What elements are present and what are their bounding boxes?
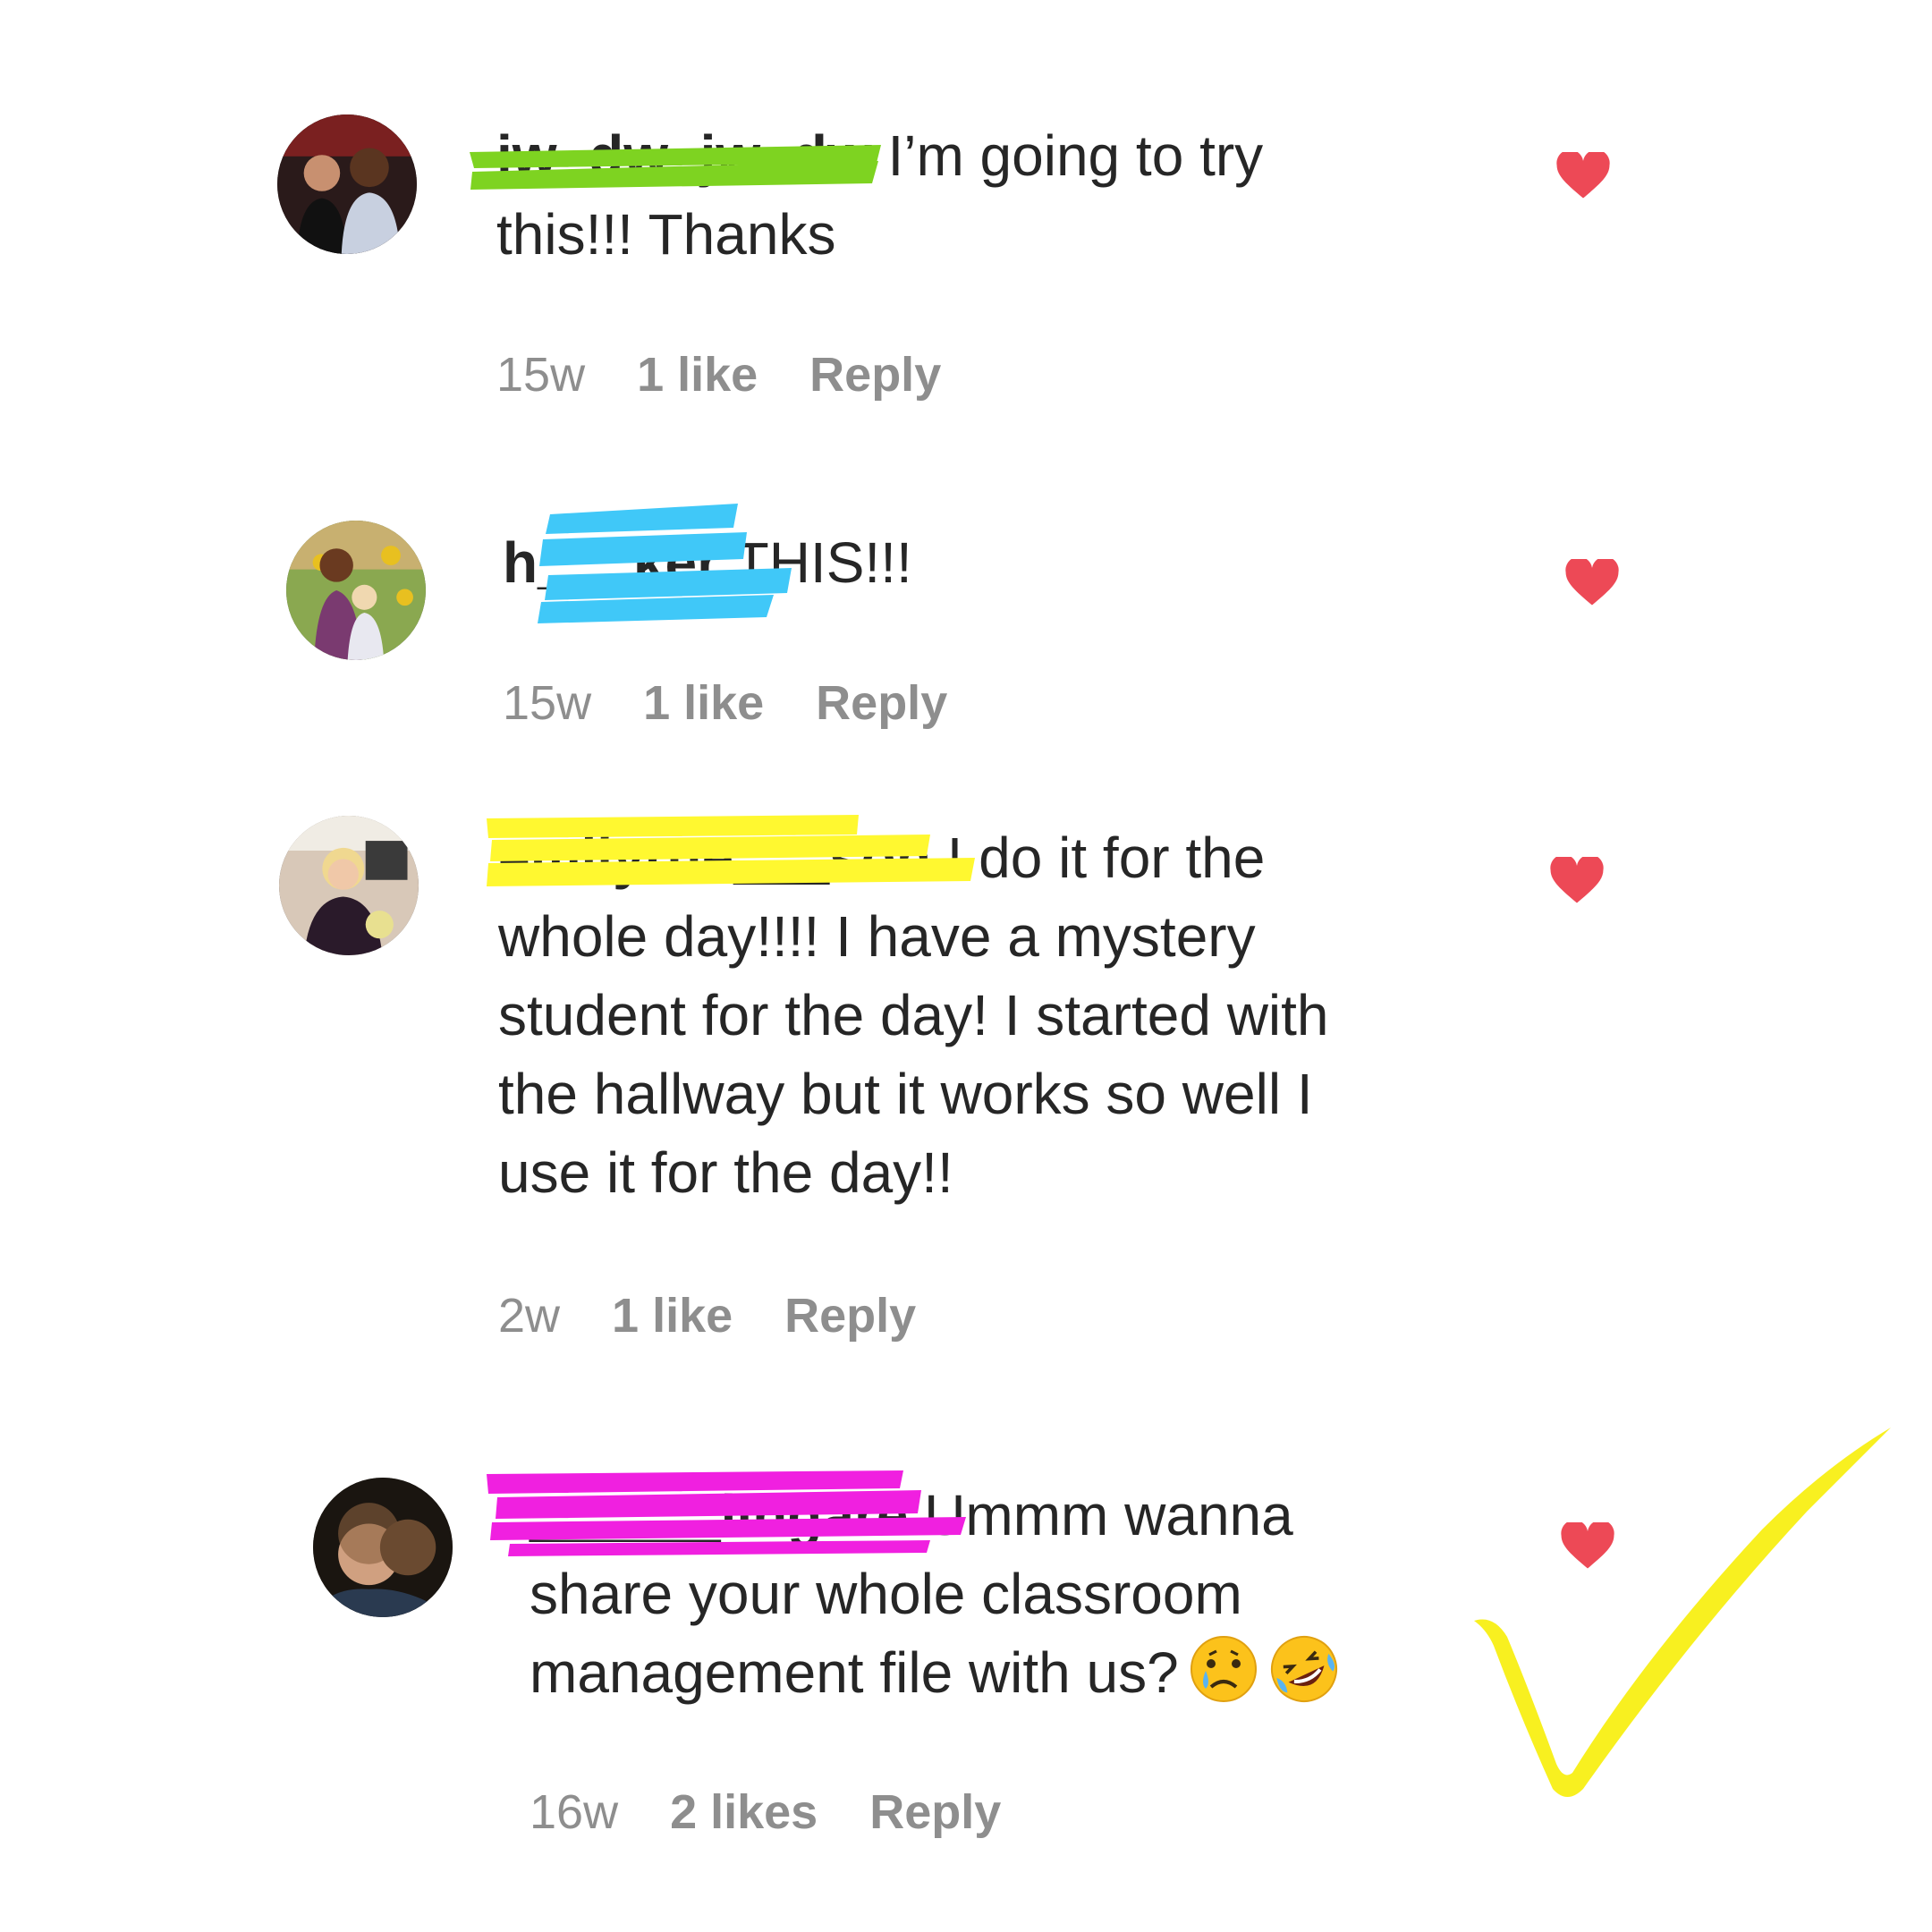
comment-text: ______lingare Ummm wanna share your whol… <box>530 1476 1340 1712</box>
comment-meta: 2w 1 like Reply <box>498 1288 968 1343</box>
avatar[interactable] <box>277 114 417 254</box>
reply-button[interactable]: Reply <box>816 676 947 730</box>
heart-icon[interactable] <box>1550 857 1604 905</box>
avatar[interactable] <box>313 1478 453 1617</box>
heart-icon[interactable] <box>1556 152 1610 200</box>
likes-count[interactable]: 1 like <box>643 676 764 730</box>
comment-username[interactable]: jw_dw_jw_dw <box>496 123 872 188</box>
comment-time: 2w <box>498 1289 561 1343</box>
likes-count[interactable]: 2 likes <box>670 1785 818 1839</box>
crying-face-emoji <box>1188 1633 1259 1705</box>
heart-icon[interactable] <box>1565 559 1619 607</box>
comment-username[interactable]: ______lingare <box>530 1483 908 1547</box>
comment-time: 15w <box>503 676 592 730</box>
comment-username[interactable]: h___ker <box>503 530 719 595</box>
comment-text: jw_dw_jw_dw I’m going to try this!!! Tha… <box>496 123 1264 267</box>
rolling-on-floor-laughing-emoji <box>1268 1633 1340 1705</box>
reply-button[interactable]: Reply <box>869 1785 1001 1839</box>
comment-time: 16w <box>530 1785 619 1839</box>
comment-text: emilyrue___son I do it for the whole day… <box>498 826 1329 1205</box>
comment-meta: 16w 2 likes Reply <box>530 1784 1053 1840</box>
comment-meta: 15w 1 like Reply <box>496 347 993 402</box>
comment-username[interactable]: emilyrue___son <box>498 826 931 890</box>
comment-time: 15w <box>496 348 586 402</box>
reply-button[interactable]: Reply <box>784 1289 916 1343</box>
likes-count[interactable]: 1 like <box>637 348 758 402</box>
comment-text: h___ker THIS!!! <box>503 530 912 595</box>
likes-count[interactable]: 1 like <box>612 1289 733 1343</box>
avatar[interactable] <box>279 816 419 955</box>
checkmark-annotation <box>1474 1428 1891 1797</box>
reply-button[interactable]: Reply <box>809 348 941 402</box>
avatar[interactable] <box>286 521 426 660</box>
comment-meta: 15w 1 like Reply <box>503 675 999 731</box>
